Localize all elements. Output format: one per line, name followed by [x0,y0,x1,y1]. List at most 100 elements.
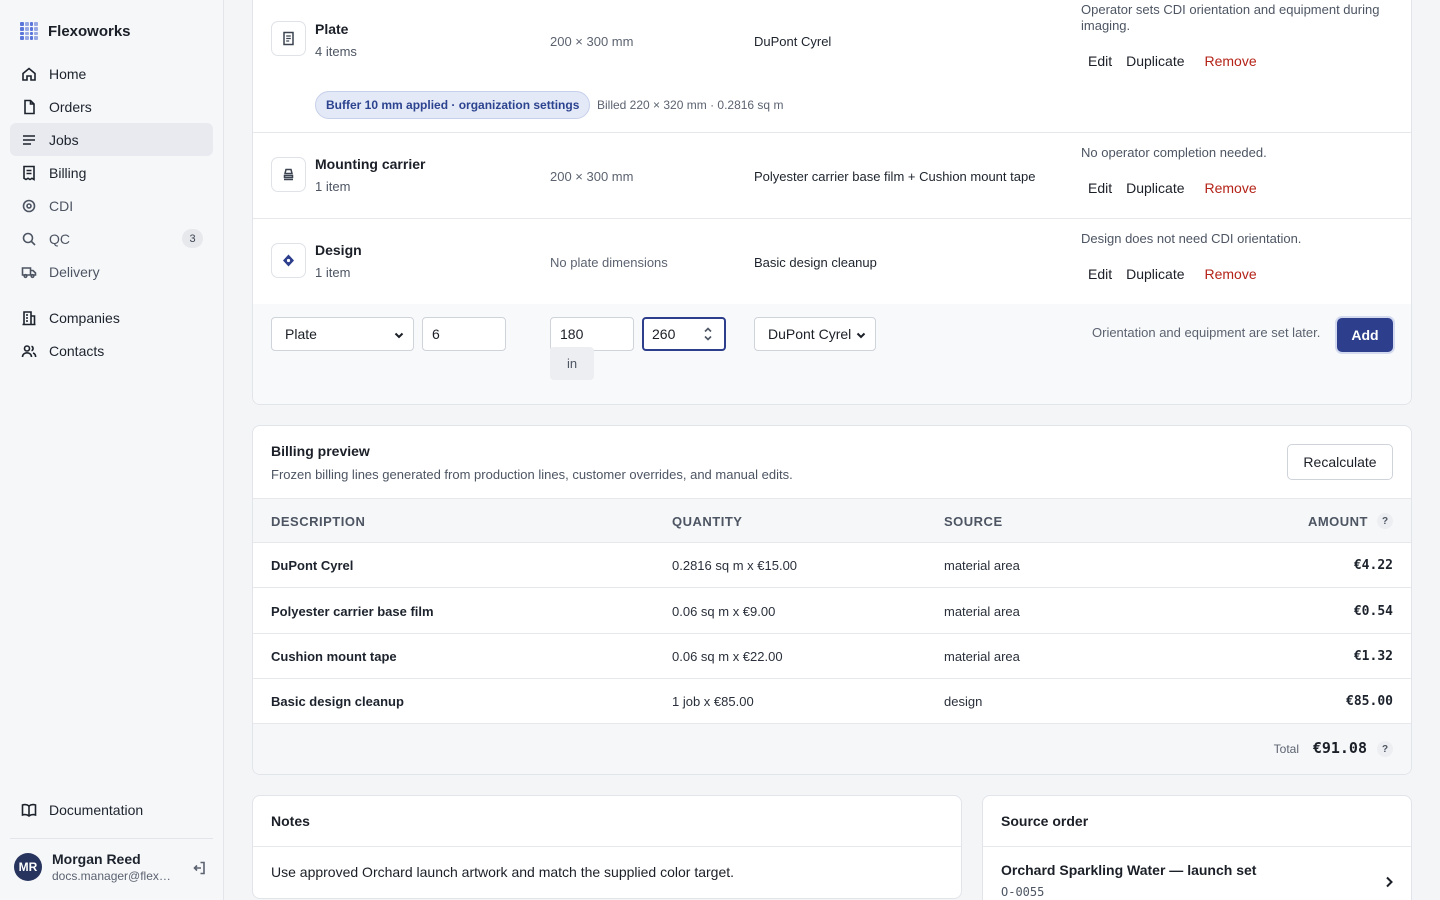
row-source: design [944,694,983,709]
sidebar-item-label: QC [49,230,70,247]
line-material: DuPont Cyrel [754,34,832,49]
sidebar-item-qc[interactable]: QC 3 [10,222,213,255]
form-hint: Orientation and equipment are set later. [1092,325,1321,340]
line-type-value: Plate [285,326,317,342]
sidebar-item-home[interactable]: Home [10,57,213,90]
row-source: material area [944,558,1020,573]
row-description: Polyester carrier base film [271,604,434,619]
table-footer: Total €91.08 ? [253,724,1411,774]
row-amount: €4.22 [1353,558,1393,573]
source-order-card: Source order Orchard Sparkling Water — l… [982,795,1412,900]
column-header-quantity: QUANTITY [672,514,743,529]
section-title: Notes [271,813,310,829]
sidebar-item-delivery[interactable]: Delivery [10,255,213,288]
row-description: Basic design cleanup [271,694,404,709]
width-input[interactable]: 180 [550,317,634,351]
line-title: Mounting carrier [315,156,426,172]
remove-button[interactable]: Remove [1198,266,1264,282]
sidebar-item-documentation[interactable]: Documentation [10,793,213,826]
search-icon [20,230,37,247]
total-amount: €91.08 [1312,739,1367,757]
column-header-amount: AMOUNT [1307,514,1368,529]
add-line-form: Plate 6 180 260 in DuPont Cyrel Orientat… [253,304,1411,404]
sidebar-item-companies[interactable]: Companies [10,301,213,334]
line-actions: Edit Duplicate Remove [1081,180,1264,196]
table-row: DuPont Cyrel 0.2816 sq m x €15.00 materi… [253,543,1411,588]
remove-button[interactable]: Remove [1198,53,1264,69]
receipt-icon [20,164,37,181]
section-title: Billing preview [271,443,370,459]
row-description: DuPont Cyrel [271,558,354,573]
table-row: Polyester carrier base film 0.06 sq m x … [253,589,1411,634]
sidebar: Flexoworks Home Orders Jobs Billing CDI … [0,0,224,900]
sidebar-item-label: Orders [49,98,92,115]
section-title: Source order [1001,813,1089,829]
building-icon [20,309,37,326]
column-header-description: DESCRIPTION [271,514,366,529]
duplicate-button[interactable]: Duplicate [1119,53,1191,69]
duplicate-button[interactable]: Duplicate [1119,266,1191,282]
recalculate-button[interactable]: Recalculate [1287,444,1393,480]
user-profile[interactable]: MR Morgan Reed docs.manager@flexoworks.e… [14,851,177,883]
width-value: 180 [560,326,584,342]
edit-button[interactable]: Edit [1081,180,1119,196]
sidebar-item-label: Companies [49,309,120,326]
material-value: DuPont Cyrel [768,326,852,342]
add-line-button[interactable]: Add [1337,318,1393,352]
chevron-down-icon [393,328,405,340]
edit-button[interactable]: Edit [1081,266,1119,282]
brand-logo-icon [20,22,38,40]
sidebar-item-label: Delivery [49,263,100,280]
divider [253,846,961,847]
row-quantity: 1 job x €85.00 [672,694,754,709]
brand[interactable]: Flexoworks [20,22,131,40]
logout-icon[interactable] [192,861,206,875]
table-row: Cushion mount tape 0.06 sq m x €22.00 ma… [253,634,1411,679]
line-type-select[interactable]: Plate [271,317,414,351]
row-amount: €1.32 [1353,649,1393,664]
sidebar-item-orders[interactable]: Orders [10,90,213,123]
line-note: Operator sets CDI orientation and equipm… [1081,2,1380,33]
home-icon [20,65,37,82]
sidebar-item-cdi[interactable]: CDI [10,189,213,222]
users-icon [20,342,37,359]
remove-button[interactable]: Remove [1198,180,1264,196]
sidebar-divider [10,838,213,839]
line-count: 4 items [315,44,357,59]
sidebar-item-billing[interactable]: Billing [10,156,213,189]
help-icon[interactable]: ? [1377,741,1393,757]
stepper-icon[interactable] [703,324,713,344]
line-material: Polyester carrier base film + Cushion mo… [754,169,1036,184]
line-dimensions: No plate dimensions [550,255,668,270]
main-nav: Home Orders Jobs Billing CDI QC 3 Delive… [10,57,213,367]
edit-button[interactable]: Edit [1081,53,1119,69]
table-header: DESCRIPTION QUANTITY SOURCE AMOUNT ? [253,498,1411,543]
column-header-source: SOURCE [944,514,1003,529]
unit-toggle[interactable]: in [550,347,594,380]
line-material: Basic design cleanup [754,255,877,270]
quantity-input[interactable]: 6 [422,317,506,351]
row-quantity: 0.2816 sq m x €15.00 [672,558,798,573]
height-input[interactable]: 260 [642,317,726,351]
duplicate-button[interactable]: Duplicate [1119,180,1191,196]
book-icon [20,801,37,818]
sidebar-item-label: Documentation [49,801,144,818]
billing-preview-card: Billing preview Frozen billing lines gen… [252,425,1412,775]
line-note: Design does not need CDI orientation. [1081,231,1302,246]
table-row: Basic design cleanup 1 job x €85.00 desi… [253,679,1411,724]
sidebar-item-contacts[interactable]: Contacts [10,334,213,367]
carrier-icon [271,157,306,192]
user-name: Morgan Reed [52,851,141,867]
line-count: 1 item [315,265,351,280]
source-order-name: Orchard Sparkling Water — launch set [1001,862,1257,878]
row-source: material area [944,649,1020,664]
line-actions: Edit Duplicate Remove [1081,53,1264,69]
list-icon [20,131,37,148]
line-note: No operator completion needed. [1081,145,1267,160]
row-quantity: 0.06 sq m x €9.00 [672,604,776,619]
row-amount: €85.00 [1346,694,1393,709]
help-icon[interactable]: ? [1377,513,1393,529]
row-amount: €0.54 [1353,604,1393,619]
material-select[interactable]: DuPont Cyrel [754,317,876,351]
sidebar-item-jobs[interactable]: Jobs [10,123,213,156]
